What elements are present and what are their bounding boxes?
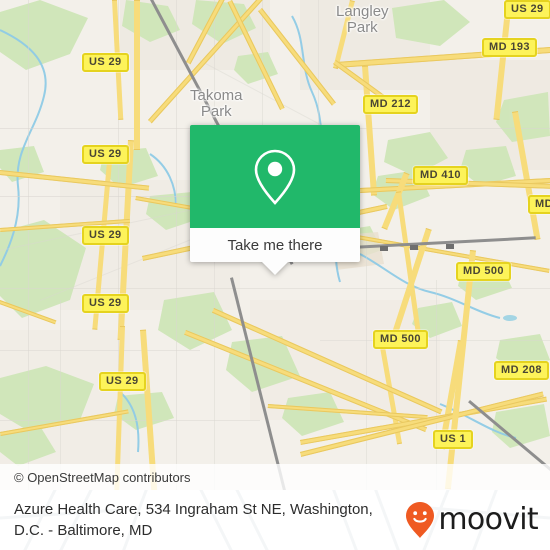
highway-shield: US 29 (99, 372, 146, 391)
highway-shield: US 29 (82, 53, 129, 72)
highway-shield: MD 500 (373, 330, 428, 349)
osm-attribution-text: © OpenStreetMap contributors (14, 469, 191, 485)
map-minor-road (436, 280, 437, 490)
map-railway-tick (410, 245, 418, 250)
location-callout-card[interactable]: Take me there (190, 125, 360, 275)
moovit-smiley-pin-icon (406, 502, 435, 538)
highway-shield: US 29 (504, 0, 550, 19)
place-label-line: Park (200, 103, 232, 120)
moovit-logo[interactable]: moovit (405, 501, 539, 539)
highway-shield: MD (528, 195, 550, 214)
map-place-label-langley-park: Langley Park (336, 4, 389, 36)
location-caption: Azure Health Care, 534 Ingraham St NE, W… (14, 501, 373, 539)
map-canvas[interactable]: Langley Park Takoma Park US 29 US 29 MD … (0, 0, 550, 490)
map-minor-road (60, 300, 61, 490)
map-minor-road (0, 420, 260, 421)
moovit-wordmark: moovit (438, 502, 538, 537)
osm-attribution-bar: © OpenStreetMap contributors (0, 464, 550, 490)
map-minor-road (320, 340, 550, 341)
map-screenshot: Langley Park Takoma Park US 29 US 29 MD … (0, 0, 550, 550)
map-place-label-takoma-park: Takoma Park (190, 88, 243, 120)
highway-shield: MD 500 (456, 262, 511, 281)
place-label-line: Park (346, 19, 378, 36)
highway-shield: MD 208 (494, 361, 549, 380)
highway-shield: US 29 (82, 294, 129, 313)
map-pin-icon (254, 149, 296, 205)
highway-shield: US 29 (82, 145, 129, 164)
map-minor-road (0, 350, 200, 351)
footer-content: Azure Health Care, 534 Ingraham St NE, W… (0, 490, 550, 550)
highway-shield: US 29 (82, 226, 129, 245)
map-highway (134, 0, 140, 150)
map-railway-tick (446, 244, 454, 249)
place-label-line: Langley (336, 3, 389, 20)
take-me-there-label: Take me there (227, 236, 323, 254)
footer-bar: Azure Health Care, 534 Ingraham St NE, W… (0, 490, 550, 550)
highway-shield: US 1 (433, 430, 474, 449)
highway-shield: MD 193 (482, 38, 537, 57)
place-label-line: Takoma (190, 87, 243, 104)
highway-shield: MD 410 (413, 166, 468, 185)
map-railway-tick (380, 246, 388, 251)
highway-shield: MD 212 (363, 95, 418, 114)
callout-pointer (262, 262, 288, 275)
map-minor-road (318, 0, 319, 130)
take-me-there-button[interactable]: Take me there (190, 228, 360, 262)
callout-header (190, 125, 360, 228)
map-minor-road (366, 240, 367, 490)
